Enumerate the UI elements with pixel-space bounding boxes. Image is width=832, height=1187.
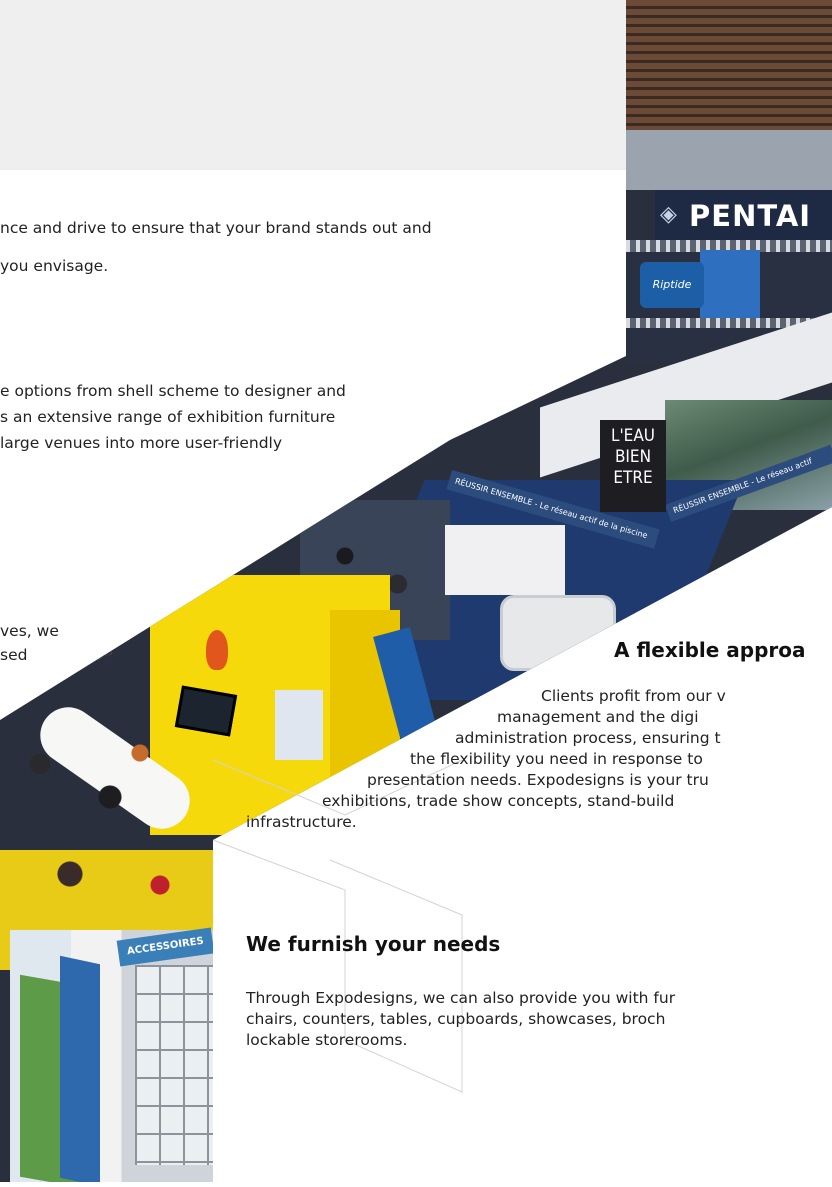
outline-path: [212, 839, 463, 1093]
furnish-line-1: Through Expodesigns, we can also provide…: [246, 989, 676, 1007]
flexible-line-2: management and the digi: [497, 708, 699, 726]
furnish-line-3: lockable storerooms.: [246, 1031, 408, 1049]
furnish-heading: We furnish your needs: [246, 932, 501, 956]
flexible-line-5: presentation needs. Expodesigns is your …: [367, 771, 709, 789]
furnish-line-2: chairs, counters, tables, cupboards, sho…: [246, 1010, 666, 1028]
flexible-line-4: the flexibility you need in response to: [410, 750, 703, 768]
flexible-heading: A flexible approa: [614, 638, 806, 662]
flexible-paragraph: Clients profit from our v management and…: [0, 686, 726, 833]
flexible-line-6: exhibitions, trade show concepts, stand-…: [322, 792, 675, 810]
flexible-line-1: Clients profit from our v: [541, 687, 726, 705]
flexible-line-3: administration process, ensuring t: [455, 729, 721, 747]
furnish-paragraph: Through Expodesigns, we can also provide…: [246, 988, 675, 1051]
flexible-line-7: infrastructure.: [246, 813, 357, 831]
